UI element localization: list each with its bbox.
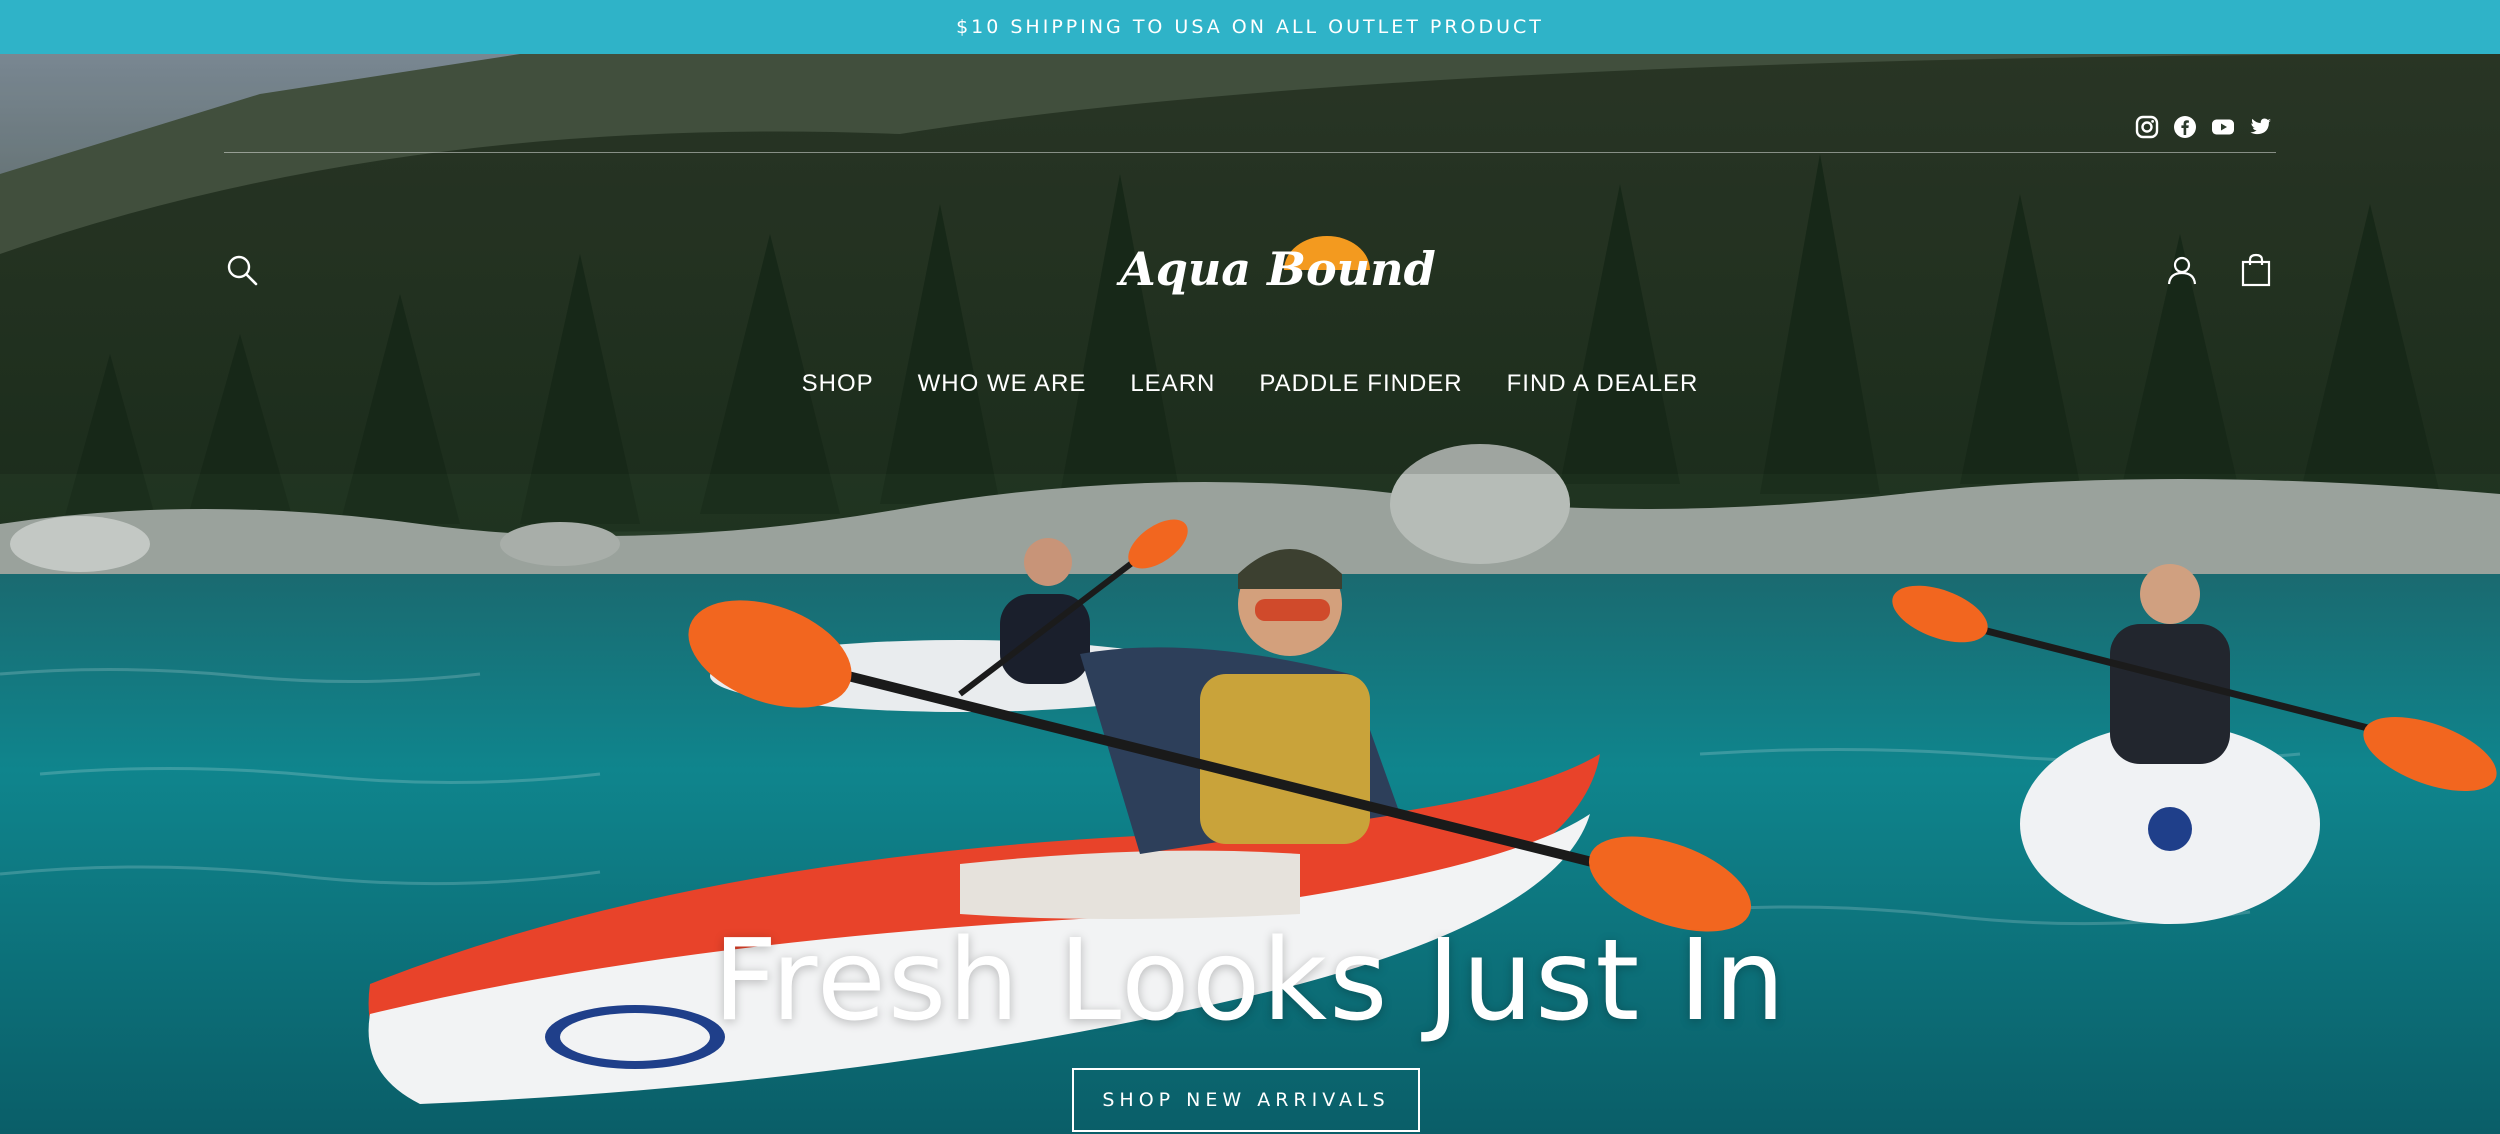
main-navigation: SHOP WHO WE ARE LEARN PADDLE FINDER FIND…	[0, 370, 2500, 398]
logo-wordmark: Aqua Bound	[1120, 242, 1436, 296]
cart-icon	[2241, 253, 2271, 287]
nav-item-paddle-finder[interactable]: PADDLE FINDER	[1259, 370, 1462, 398]
facebook-icon[interactable]	[2172, 114, 2198, 140]
header-divider	[224, 152, 2276, 153]
nav-item-who-we-are[interactable]: WHO WE ARE	[918, 370, 1087, 398]
brand-logo[interactable]: Aqua Bound	[1110, 222, 1436, 312]
account-button[interactable]	[2162, 250, 2202, 290]
account-icon	[2167, 256, 2197, 285]
youtube-icon[interactable]	[2210, 114, 2236, 140]
announcement-text: $10 SHIPPING TO USA ON ALL OUTLET PRODUC…	[956, 16, 1544, 38]
hero-banner[interactable]: Aqua Bound SHOP WHO WE ARE LEARN PADDLE …	[0, 54, 2500, 1134]
search-icon	[227, 255, 258, 286]
nav-item-learn[interactable]: LEARN	[1130, 370, 1215, 398]
nav-item-shop[interactable]: SHOP	[802, 370, 874, 398]
social-links	[2134, 114, 2274, 140]
twitter-icon[interactable]	[2248, 114, 2274, 140]
search-button[interactable]	[222, 250, 262, 290]
shop-new-arrivals-button[interactable]: SHOP NEW ARRIVALS	[1072, 1068, 1420, 1132]
announcement-bar: $10 SHIPPING TO USA ON ALL OUTLET PRODUC…	[0, 0, 2500, 54]
hero-headline: Fresh Looks Just In	[713, 916, 1787, 1046]
instagram-icon[interactable]	[2134, 114, 2160, 140]
nav-item-find-a-dealer[interactable]: FIND A DEALER	[1507, 370, 1699, 398]
cart-button[interactable]	[2236, 250, 2276, 290]
